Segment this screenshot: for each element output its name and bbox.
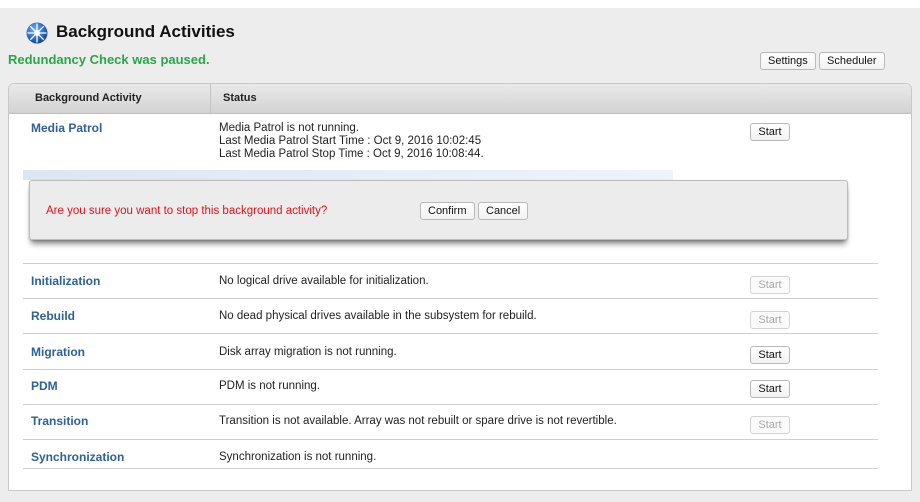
start-button-initialization[interactable]: Start [750, 276, 790, 294]
dialog-highlight [23, 170, 673, 180]
table-header: Background Activity Status [9, 84, 911, 114]
scheduler-button[interactable]: Scheduler [819, 52, 885, 70]
initialization-status: No logical drive available for initializ… [219, 275, 429, 287]
status-message: Redundancy Check was paused. [8, 52, 210, 67]
start-button-transition[interactable]: Start [750, 416, 790, 434]
row-divider [23, 404, 878, 405]
media-patrol-status: Media Patrol is not running. Last Media … [219, 122, 484, 161]
activity-link-pdm[interactable]: PDM [31, 379, 58, 393]
activity-link-initialization[interactable]: Initialization [31, 274, 100, 288]
activity-link-rebuild[interactable]: Rebuild [31, 309, 75, 323]
confirm-dialog: Are you sure you want to stop this backg… [29, 180, 848, 240]
start-button-media-patrol[interactable]: Start [750, 123, 790, 141]
row-divider [23, 263, 878, 264]
row-divider [23, 298, 878, 299]
activity-link-transition[interactable]: Transition [31, 414, 88, 428]
row-divider [23, 333, 878, 334]
activity-link-synchronization[interactable]: Synchronization [31, 450, 124, 464]
status-line: Last Media Patrol Start Time : Oct 9, 20… [219, 135, 482, 147]
migration-status: Disk array migration is not running. [219, 346, 397, 358]
column-header-status: Status [223, 92, 257, 104]
activity-link-migration[interactable]: Migration [31, 345, 85, 359]
pdm-status: PDM is not running. [219, 380, 320, 392]
start-button-rebuild[interactable]: Start [750, 311, 790, 329]
row-divider [23, 468, 878, 469]
column-header-activity: Background Activity [35, 92, 142, 104]
cancel-button[interactable]: Cancel [478, 202, 529, 220]
row-divider [23, 439, 878, 440]
page-title: Background Activities [56, 22, 235, 41]
dialog-message: Are you sure you want to stop this backg… [46, 205, 328, 217]
activities-table: Background Activity Status Media Patrol … [8, 83, 912, 491]
transition-status: Transition is not available. Array was n… [219, 415, 617, 427]
settings-button[interactable]: Settings [760, 52, 816, 70]
activity-link-media-patrol[interactable]: Media Patrol [31, 121, 102, 135]
globe-icon [26, 22, 48, 44]
rebuild-status: No dead physical drives available in the… [219, 310, 537, 322]
status-line: Last Media Patrol Stop Time : Oct 9, 201… [219, 148, 484, 160]
start-button-migration[interactable]: Start [750, 346, 790, 364]
synchronization-status: Synchronization is not running. [219, 451, 377, 463]
confirm-button[interactable]: Confirm [420, 202, 475, 220]
row-divider [23, 369, 878, 370]
column-divider [210, 84, 211, 113]
start-button-pdm[interactable]: Start [750, 380, 790, 398]
status-line: Media Patrol is not running. [219, 122, 359, 134]
